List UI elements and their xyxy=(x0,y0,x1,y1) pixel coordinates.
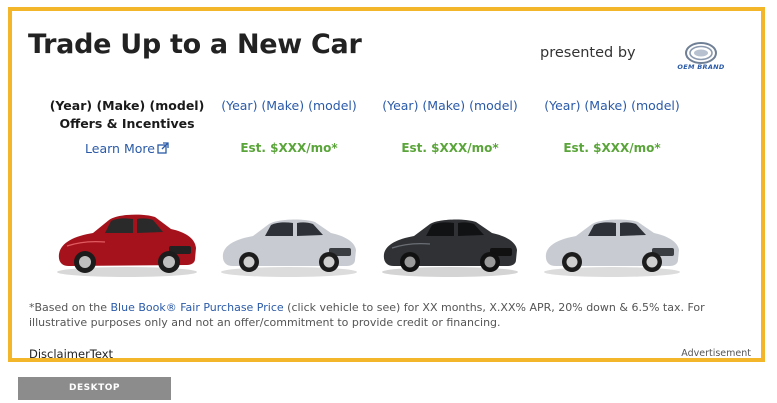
brand-logo-text: OEM BRAND xyxy=(677,63,725,71)
offer-column-2: (Year) (Make) (model) Est. $XXX/mo* xyxy=(209,97,369,277)
trade-up-ad: Trade Up to a New Car presented by OEM B… xyxy=(8,7,765,362)
learn-more-label: Learn More xyxy=(85,141,155,156)
estimated-payment: Est. $XXX/mo* xyxy=(401,141,499,155)
estimated-payment: Est. $XXX/mo* xyxy=(240,141,338,155)
offer-column-1: (Year) (Make) (model) Offers & Incentive… xyxy=(47,97,207,277)
offers-incentives-label: Offers & Incentives xyxy=(59,116,195,131)
car-image-black[interactable] xyxy=(370,202,530,282)
brand-emblem-icon xyxy=(685,42,717,64)
offer-column-3: (Year) (Make) (model) Est. $XXX/mo* xyxy=(370,97,530,277)
car-image-silver[interactable] xyxy=(209,202,369,282)
vehicle-heading[interactable]: (Year) (Make) (model) xyxy=(532,97,692,115)
device-label: DESKTOP xyxy=(18,377,171,400)
footnote-prefix: *Based on the xyxy=(29,301,111,314)
financing-footnote: *Based on the Blue Book® Fair Purchase P… xyxy=(29,300,749,330)
external-link-icon xyxy=(157,142,169,154)
vehicle-heading: (Year) (Make) (model) xyxy=(49,98,205,113)
presented-by-label: presented by xyxy=(540,45,636,61)
offer-column-4: (Year) (Make) (model) Est. $XXX/mo* xyxy=(532,97,692,277)
ad-title: Trade Up to a New Car xyxy=(28,29,362,60)
brand-logo[interactable]: OEM BRAND xyxy=(674,41,728,77)
car-image-red[interactable] xyxy=(47,202,207,282)
blue-book-link[interactable]: Blue Book® Fair Purchase Price xyxy=(111,301,284,314)
learn-more-link[interactable]: Learn More xyxy=(47,141,207,156)
estimated-payment: Est. $XXX/mo* xyxy=(563,141,661,155)
vehicle-heading[interactable]: (Year) (Make) (model) xyxy=(209,97,369,115)
advertisement-label: Advertisement xyxy=(681,348,751,359)
disclaimer-text: DisclaimerText xyxy=(29,347,114,361)
vehicle-heading[interactable]: (Year) (Make) (model) xyxy=(370,97,530,115)
car-image-silver[interactable] xyxy=(532,202,692,282)
